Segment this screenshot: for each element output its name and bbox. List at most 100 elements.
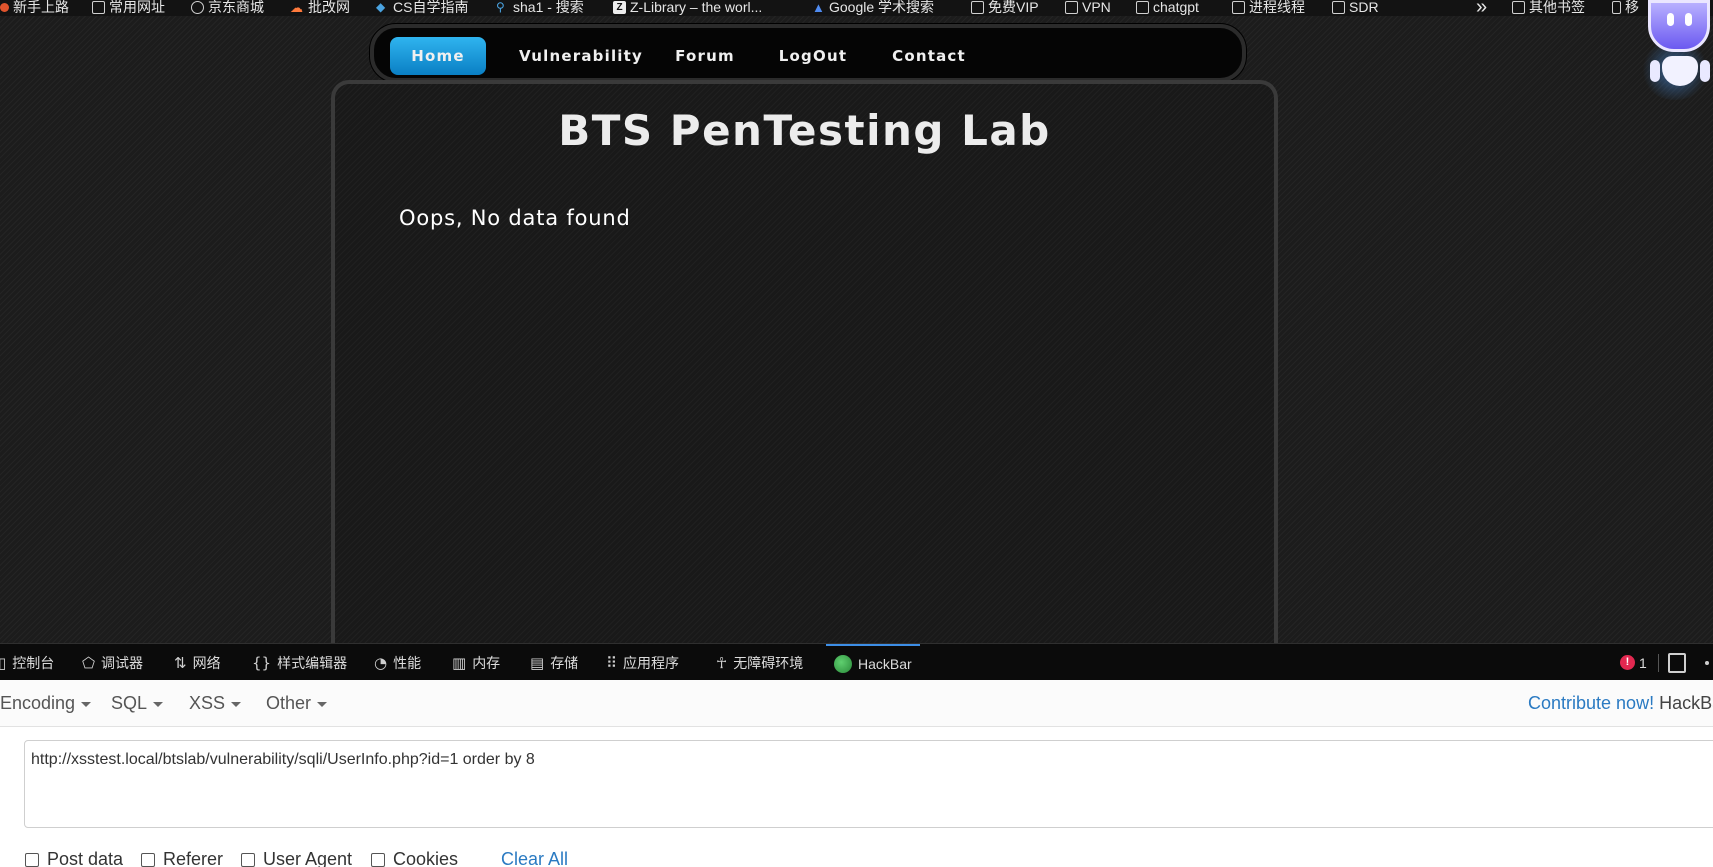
post-data-checkbox[interactable] [25, 852, 39, 867]
tab-label: 应用程序 [623, 654, 679, 671]
user-agent-option[interactable]: User Agent [241, 849, 352, 867]
tab-debugger[interactable]: ⬠ 调试器 [82, 644, 143, 681]
error-icon: ! [1620, 655, 1635, 670]
search-icon: ⚲ [496, 0, 505, 14]
bookmark-label: SDR [1349, 0, 1379, 15]
bookmark-label: Google 学术搜索 [829, 0, 935, 15]
contribute-link[interactable]: Contribute now! [1528, 693, 1654, 713]
bookmark-cs-guide[interactable]: ◆ CS自学指南 [376, 0, 468, 16]
bookmark-label: 其他书签 [1529, 0, 1585, 15]
tab-label: 样式编辑器 [277, 654, 348, 671]
referer-option[interactable]: Referer [141, 849, 223, 867]
dropdown-label: Other [266, 693, 312, 713]
nav-vulnerability[interactable]: Vulnerability [516, 37, 646, 75]
mobile-icon [1612, 0, 1621, 14]
caret-down-icon [231, 701, 242, 707]
tab-label: 网络 [192, 654, 221, 671]
folder-icon [1232, 0, 1245, 14]
responsive-design-icon[interactable] [1668, 653, 1686, 673]
tab-memory[interactable]: ▥ 内存 [452, 644, 500, 681]
option-label: Post data [47, 849, 124, 867]
nav-logout[interactable]: LogOut [772, 37, 854, 75]
sql-dropdown[interactable]: SQL [111, 680, 164, 727]
bookmark-label: 进程线程 [1249, 0, 1305, 15]
folder-icon [1332, 0, 1345, 14]
bookmark-sha1[interactable]: ⚲ sha1 - 搜索 [496, 0, 584, 16]
folder-icon [1065, 0, 1078, 14]
tab-style-editor[interactable]: {} 样式编辑器 [252, 644, 347, 681]
tab-storage[interactable]: ▤ 存储 [530, 644, 578, 681]
folder-icon [971, 0, 984, 14]
caret-down-icon [153, 701, 164, 707]
bookmarks-bar: 新手上路 常用网址 京东商城 ☁ 批改网 ◆ CS自学指南 ⚲ sha1 - 搜… [0, 0, 1713, 16]
tab-network[interactable]: ⇅ 网络 [174, 644, 221, 681]
bookmark-sdr[interactable]: SDR [1332, 0, 1379, 16]
orange-dot-icon [0, 2, 9, 12]
clear-all-button[interactable]: Clear All [501, 849, 568, 867]
robot-eye [1667, 13, 1674, 26]
bookmark-jd[interactable]: 京东商城 [191, 0, 264, 16]
tab-accessibility[interactable]: ☥ 无障碍环境 [716, 644, 803, 681]
nav-home[interactable]: Home [390, 37, 486, 75]
bookmark-xinshou[interactable]: 新手上路 [0, 0, 69, 16]
page-viewport: Home Vulnerability Forum LogOut Contact … [0, 16, 1713, 650]
nav-forum[interactable]: Forum [670, 37, 740, 75]
user-agent-checkbox[interactable] [241, 852, 255, 867]
nav-contact[interactable]: Contact [886, 37, 972, 75]
encoding-dropdown[interactable]: Encoding [0, 680, 92, 727]
dropdown-label: SQL [111, 693, 148, 713]
bookmark-chatgpt[interactable]: chatgpt [1136, 0, 1199, 16]
referer-checkbox[interactable] [141, 852, 155, 867]
main-navbar: Home Vulnerability Forum LogOut Contact [370, 24, 1246, 82]
memory-icon: ▥ [452, 653, 467, 672]
bookmark-vpn[interactable]: VPN [1065, 0, 1111, 16]
bookmark-label: 京东商城 [208, 0, 264, 15]
xss-dropdown[interactable]: XSS [189, 680, 242, 727]
more-options-icon[interactable] [1705, 661, 1709, 665]
robot-head [1648, 0, 1710, 52]
error-counter[interactable]: ! 1 [1620, 644, 1647, 681]
performance-icon: ◔ [374, 653, 388, 672]
bookmark-label: 免费VIP [988, 0, 1039, 15]
page-title: BTS PenTesting Lab [558, 106, 1051, 155]
bookmark-label: VPN [1082, 0, 1111, 15]
bookmark-google-scholar[interactable]: ▲ Google 学术搜索 [812, 0, 934, 16]
storage-icon: ▤ [530, 653, 545, 672]
globe-icon [191, 0, 204, 14]
cookies-checkbox[interactable] [371, 852, 385, 867]
tab-hackbar[interactable]: HackBar [826, 644, 920, 681]
scholar-icon: ▲ [812, 0, 825, 15]
bookmark-changyong[interactable]: 常用网址 [92, 0, 165, 16]
bookmark-other[interactable]: 其他书签 [1512, 0, 1585, 16]
tab-label: 调试器 [101, 654, 144, 671]
no-data-message: Oops, No data found [399, 206, 631, 230]
tab-performance[interactable]: ◔ 性能 [374, 644, 421, 681]
bookmark-pigai[interactable]: ☁ 批改网 [290, 0, 350, 16]
tab-label: 内存 [472, 654, 501, 671]
hackbar-panel: Encoding SQL XSS Other Contribute now! H… [0, 680, 1713, 867]
hackbar-brand: HackBa [1659, 693, 1713, 713]
bookmark-mobile[interactable]: 移 [1612, 0, 1639, 16]
devtools-tabbar: ▯ 控制台 ⬠ 调试器 ⇅ 网络 {} 样式编辑器 ◔ 性能 ▥ 内存 ▤ 存储… [0, 643, 1713, 680]
tab-console[interactable]: ▯ 控制台 [0, 644, 54, 681]
bookmark-label: 新手上路 [13, 0, 69, 15]
option-label: Cookies [393, 849, 459, 867]
error-count: 1 [1639, 654, 1647, 671]
robot-assistant-icon[interactable] [1640, 0, 1713, 100]
bookmark-label: Z-Library – the worl... [630, 0, 763, 15]
cookies-option[interactable]: Cookies [371, 849, 458, 867]
accessibility-icon: ☥ [716, 653, 728, 672]
bookmark-process-thread[interactable]: 进程线程 [1232, 0, 1305, 16]
other-dropdown[interactable]: Other [266, 680, 328, 727]
hackbar-menu: Encoding SQL XSS Other Contribute now! H… [0, 680, 1713, 727]
tab-application[interactable]: ⠿ 应用程序 [606, 644, 679, 681]
url-input[interactable]: http://xsstest.local/btslab/vulnerabilit… [24, 740, 1713, 828]
folder-icon [1512, 0, 1525, 14]
network-icon: ⇅ [174, 653, 187, 672]
bookmarks-overflow-button[interactable]: » [1476, 0, 1487, 16]
bookmark-zlibrary[interactable]: Z Z-Library – the worl... [613, 0, 762, 16]
contribute-area: Contribute now! HackBa [1528, 680, 1713, 727]
bookmark-label: chatgpt [1153, 0, 1199, 15]
bookmark-free-vip[interactable]: 免费VIP [971, 0, 1039, 16]
post-data-option[interactable]: Post data [25, 849, 123, 867]
